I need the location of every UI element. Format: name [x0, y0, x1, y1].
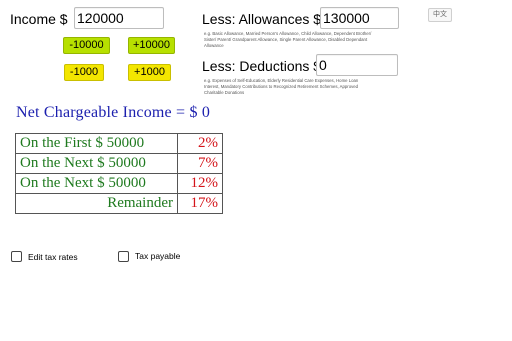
net-chargeable-income: Net Chargeable Income = $ 0	[16, 104, 211, 121]
bracket-band: Remainder	[15, 193, 178, 214]
table-row: On the First $ 50000 2%	[15, 133, 223, 154]
allowances-label: Less: Allowances $	[202, 11, 322, 27]
table-row: On the Next $ 50000 7%	[15, 153, 223, 174]
table-row: Remainder 17%	[15, 193, 223, 214]
minus-1000-button[interactable]: -1000	[64, 64, 104, 81]
tax-brackets-table: On the First $ 50000 2% On the Next $ 50…	[15, 133, 223, 214]
bracket-rate: 2%	[177, 133, 223, 154]
edit-tax-rates-checkbox[interactable]	[11, 251, 22, 262]
bracket-band: On the Next $ 50000	[15, 153, 178, 174]
bracket-band: On the Next $ 50000	[15, 173, 178, 194]
allowances-note: e.g. Basic Allowance, Married Person's A…	[204, 31, 372, 48]
bracket-rate: 7%	[177, 153, 223, 174]
tax-payable-checkbox[interactable]	[118, 251, 129, 262]
deductions-input[interactable]	[316, 54, 398, 76]
minus-10000-button[interactable]: -10000	[63, 37, 110, 54]
plus-10000-button[interactable]: +10000	[128, 37, 175, 54]
allowances-input[interactable]	[320, 7, 399, 29]
edit-tax-rates-label: Edit tax rates	[28, 252, 78, 262]
plus-1000-button[interactable]: +1000	[128, 64, 171, 81]
deductions-label: Less: Deductions $	[202, 58, 322, 74]
bracket-rate: 17%	[177, 193, 223, 214]
tax-payable-label: Tax payable	[135, 251, 181, 261]
deductions-note: e.g. Expenses of Self-Education, Elderly…	[204, 78, 359, 95]
bracket-rate: 12%	[177, 173, 223, 194]
table-row: On the Next $ 50000 12%	[15, 173, 223, 194]
language-toggle-button[interactable]: 中文	[428, 8, 452, 22]
bracket-band: On the First $ 50000	[15, 133, 178, 154]
income-label: Income $	[10, 11, 68, 27]
income-input[interactable]	[74, 7, 164, 29]
